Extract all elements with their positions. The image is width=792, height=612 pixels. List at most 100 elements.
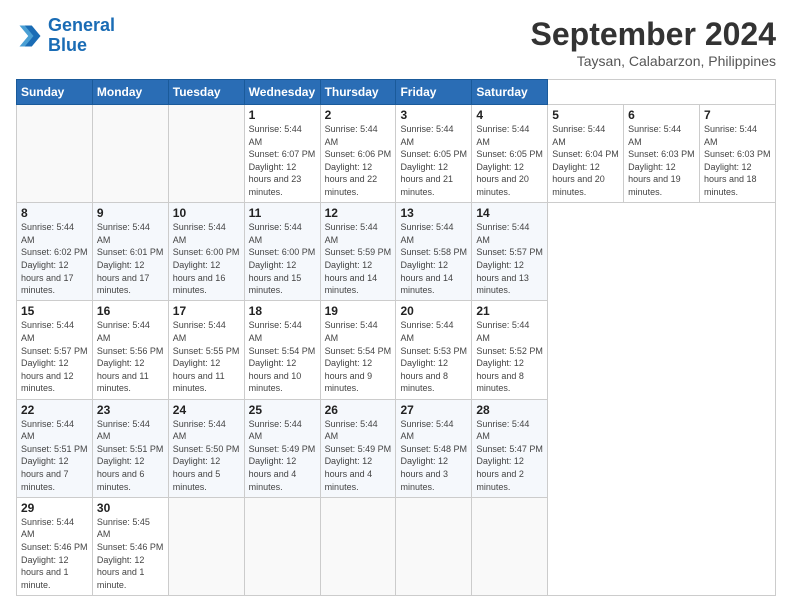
day-info: Sunrise: 5:45 AMSunset: 5:46 PMDaylight:…	[97, 516, 164, 592]
day-number: 18	[249, 304, 316, 318]
day-number: 19	[325, 304, 392, 318]
weekday-header: Wednesday	[244, 80, 320, 105]
calendar-cell: 20Sunrise: 5:44 AMSunset: 5:53 PMDayligh…	[396, 301, 472, 399]
calendar-cell	[320, 497, 396, 595]
weekday-header: Friday	[396, 80, 472, 105]
day-number: 3	[400, 108, 467, 122]
day-info: Sunrise: 5:44 AMSunset: 5:49 PMDaylight:…	[249, 418, 316, 494]
day-info: Sunrise: 5:44 AMSunset: 6:03 PMDaylight:…	[628, 123, 695, 199]
main-title: September 2024	[531, 16, 776, 53]
day-number: 16	[97, 304, 164, 318]
calendar-cell: 4Sunrise: 5:44 AMSunset: 6:05 PMDaylight…	[472, 105, 548, 203]
calendar-cell: 17Sunrise: 5:44 AMSunset: 5:55 PMDayligh…	[168, 301, 244, 399]
day-info: Sunrise: 5:44 AMSunset: 5:59 PMDaylight:…	[325, 221, 392, 297]
day-info: Sunrise: 5:44 AMSunset: 6:01 PMDaylight:…	[97, 221, 164, 297]
calendar-cell: 25Sunrise: 5:44 AMSunset: 5:49 PMDayligh…	[244, 399, 320, 497]
calendar-cell: 6Sunrise: 5:44 AMSunset: 6:03 PMDaylight…	[624, 105, 700, 203]
calendar-cell: 5Sunrise: 5:44 AMSunset: 6:04 PMDaylight…	[548, 105, 624, 203]
day-info: Sunrise: 5:44 AMSunset: 5:57 PMDaylight:…	[476, 221, 543, 297]
calendar-week: 22Sunrise: 5:44 AMSunset: 5:51 PMDayligh…	[17, 399, 776, 497]
day-number: 23	[97, 403, 164, 417]
calendar-cell: 15Sunrise: 5:44 AMSunset: 5:57 PMDayligh…	[17, 301, 93, 399]
day-info: Sunrise: 5:44 AMSunset: 5:52 PMDaylight:…	[476, 319, 543, 395]
day-info: Sunrise: 5:44 AMSunset: 6:06 PMDaylight:…	[325, 123, 392, 199]
day-number: 13	[400, 206, 467, 220]
logo-icon	[16, 22, 44, 50]
day-number: 2	[325, 108, 392, 122]
day-number: 7	[704, 108, 771, 122]
calendar-cell: 10Sunrise: 5:44 AMSunset: 6:00 PMDayligh…	[168, 203, 244, 301]
day-number: 15	[21, 304, 88, 318]
day-info: Sunrise: 5:44 AMSunset: 6:03 PMDaylight:…	[704, 123, 771, 199]
day-info: Sunrise: 5:44 AMSunset: 5:48 PMDaylight:…	[400, 418, 467, 494]
calendar-cell: 29Sunrise: 5:44 AMSunset: 5:46 PMDayligh…	[17, 497, 93, 595]
calendar-cell: 14Sunrise: 5:44 AMSunset: 5:57 PMDayligh…	[472, 203, 548, 301]
day-info: Sunrise: 5:44 AMSunset: 5:54 PMDaylight:…	[249, 319, 316, 395]
calendar-cell: 8Sunrise: 5:44 AMSunset: 6:02 PMDaylight…	[17, 203, 93, 301]
day-number: 8	[21, 206, 88, 220]
day-info: Sunrise: 5:44 AMSunset: 6:05 PMDaylight:…	[476, 123, 543, 199]
calendar-week: 29Sunrise: 5:44 AMSunset: 5:46 PMDayligh…	[17, 497, 776, 595]
day-info: Sunrise: 5:44 AMSunset: 5:56 PMDaylight:…	[97, 319, 164, 395]
day-number: 5	[552, 108, 619, 122]
calendar-cell: 19Sunrise: 5:44 AMSunset: 5:54 PMDayligh…	[320, 301, 396, 399]
day-info: Sunrise: 5:44 AMSunset: 5:50 PMDaylight:…	[173, 418, 240, 494]
day-number: 21	[476, 304, 543, 318]
day-info: Sunrise: 5:44 AMSunset: 5:53 PMDaylight:…	[400, 319, 467, 395]
day-info: Sunrise: 5:44 AMSunset: 6:07 PMDaylight:…	[249, 123, 316, 199]
calendar-cell	[17, 105, 93, 203]
calendar-cell: 26Sunrise: 5:44 AMSunset: 5:49 PMDayligh…	[320, 399, 396, 497]
weekday-header: Saturday	[472, 80, 548, 105]
calendar-cell: 2Sunrise: 5:44 AMSunset: 6:06 PMDaylight…	[320, 105, 396, 203]
day-number: 9	[97, 206, 164, 220]
weekday-header: Monday	[92, 80, 168, 105]
calendar-cell: 3Sunrise: 5:44 AMSunset: 6:05 PMDaylight…	[396, 105, 472, 203]
day-info: Sunrise: 5:44 AMSunset: 5:46 PMDaylight:…	[21, 516, 88, 592]
day-number: 11	[249, 206, 316, 220]
day-info: Sunrise: 5:44 AMSunset: 6:05 PMDaylight:…	[400, 123, 467, 199]
day-number: 26	[325, 403, 392, 417]
logo: General Blue	[16, 16, 115, 56]
calendar-cell: 12Sunrise: 5:44 AMSunset: 5:59 PMDayligh…	[320, 203, 396, 301]
calendar-cell	[168, 105, 244, 203]
day-number: 1	[249, 108, 316, 122]
weekday-header: Sunday	[17, 80, 93, 105]
calendar-cell: 1Sunrise: 5:44 AMSunset: 6:07 PMDaylight…	[244, 105, 320, 203]
day-number: 29	[21, 501, 88, 515]
day-info: Sunrise: 5:44 AMSunset: 6:04 PMDaylight:…	[552, 123, 619, 199]
calendar-cell	[396, 497, 472, 595]
weekday-header: Thursday	[320, 80, 396, 105]
calendar-table: SundayMondayTuesdayWednesdayThursdayFrid…	[16, 79, 776, 596]
page: General Blue September 2024 Taysan, Cala…	[0, 0, 792, 612]
day-info: Sunrise: 5:44 AMSunset: 6:00 PMDaylight:…	[173, 221, 240, 297]
day-number: 4	[476, 108, 543, 122]
calendar-cell: 13Sunrise: 5:44 AMSunset: 5:58 PMDayligh…	[396, 203, 472, 301]
day-info: Sunrise: 5:44 AMSunset: 5:58 PMDaylight:…	[400, 221, 467, 297]
calendar-cell	[244, 497, 320, 595]
day-info: Sunrise: 5:44 AMSunset: 6:00 PMDaylight:…	[249, 221, 316, 297]
calendar-cell: 28Sunrise: 5:44 AMSunset: 5:47 PMDayligh…	[472, 399, 548, 497]
calendar-cell: 7Sunrise: 5:44 AMSunset: 6:03 PMDaylight…	[700, 105, 776, 203]
calendar-cell	[92, 105, 168, 203]
calendar-week: 15Sunrise: 5:44 AMSunset: 5:57 PMDayligh…	[17, 301, 776, 399]
calendar-cell: 16Sunrise: 5:44 AMSunset: 5:56 PMDayligh…	[92, 301, 168, 399]
day-info: Sunrise: 5:44 AMSunset: 6:02 PMDaylight:…	[21, 221, 88, 297]
day-number: 22	[21, 403, 88, 417]
calendar-cell: 9Sunrise: 5:44 AMSunset: 6:01 PMDaylight…	[92, 203, 168, 301]
calendar-cell: 23Sunrise: 5:44 AMSunset: 5:51 PMDayligh…	[92, 399, 168, 497]
day-number: 27	[400, 403, 467, 417]
calendar-cell: 24Sunrise: 5:44 AMSunset: 5:50 PMDayligh…	[168, 399, 244, 497]
calendar-cell	[168, 497, 244, 595]
calendar-cell: 22Sunrise: 5:44 AMSunset: 5:51 PMDayligh…	[17, 399, 93, 497]
day-number: 30	[97, 501, 164, 515]
day-number: 25	[249, 403, 316, 417]
day-number: 20	[400, 304, 467, 318]
day-info: Sunrise: 5:44 AMSunset: 5:51 PMDaylight:…	[97, 418, 164, 494]
day-number: 10	[173, 206, 240, 220]
logo-line1: General	[48, 15, 115, 35]
day-number: 17	[173, 304, 240, 318]
day-info: Sunrise: 5:44 AMSunset: 5:49 PMDaylight:…	[325, 418, 392, 494]
weekday-header: Tuesday	[168, 80, 244, 105]
day-info: Sunrise: 5:44 AMSunset: 5:51 PMDaylight:…	[21, 418, 88, 494]
title-block: September 2024 Taysan, Calabarzon, Phili…	[531, 16, 776, 69]
